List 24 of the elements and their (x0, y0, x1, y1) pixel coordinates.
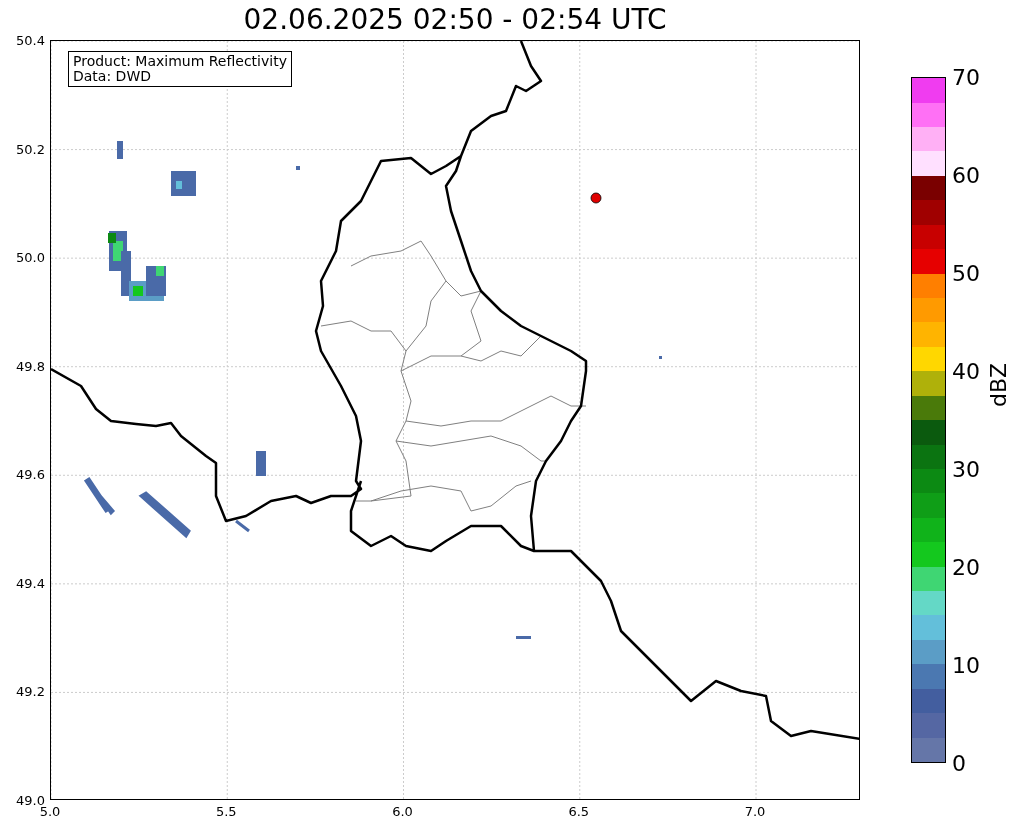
axis-tick-label: 6.0 (392, 804, 413, 819)
location-marker (590, 192, 602, 204)
colorbar-tick-label: 0 (952, 750, 966, 776)
colorbar-tick-label: 20 (952, 554, 980, 580)
legend-text: Data: DWD (73, 69, 152, 84)
axis-tick-label: 49.8 (16, 358, 45, 374)
axis-tick-label: 49.4 (16, 575, 45, 591)
axis-tick-label: 6.5 (568, 804, 590, 819)
colorbar-tick-label: 70 (952, 64, 980, 90)
axis-tick-label: 50.4 (16, 32, 45, 48)
chart-title: 02.06.2025 02:50 - 02:54 UTC (242, 2, 668, 38)
colorbar-label: dBZ (986, 362, 1011, 407)
colorbar-tick-label: 50 (952, 260, 980, 286)
axis-tick-label: 5.5 (215, 804, 237, 819)
colorbar-tick-label: 40 (952, 358, 980, 384)
axis-tick-label: 50.2 (16, 141, 45, 157)
colorbar-tick-label: 60 (952, 162, 980, 188)
colorbar-tick-label: 30 (952, 456, 980, 482)
axis-tick-label: 7.0 (744, 804, 766, 819)
axis-tick-label: 49.2 (16, 683, 45, 699)
axis-tick-label: 49.6 (16, 466, 45, 482)
axis-tick-label: 50.0 (16, 249, 45, 265)
colorbar-tick-label: 10 (952, 652, 980, 678)
legend-text: Product: Maximum Reflectivity (73, 54, 287, 69)
